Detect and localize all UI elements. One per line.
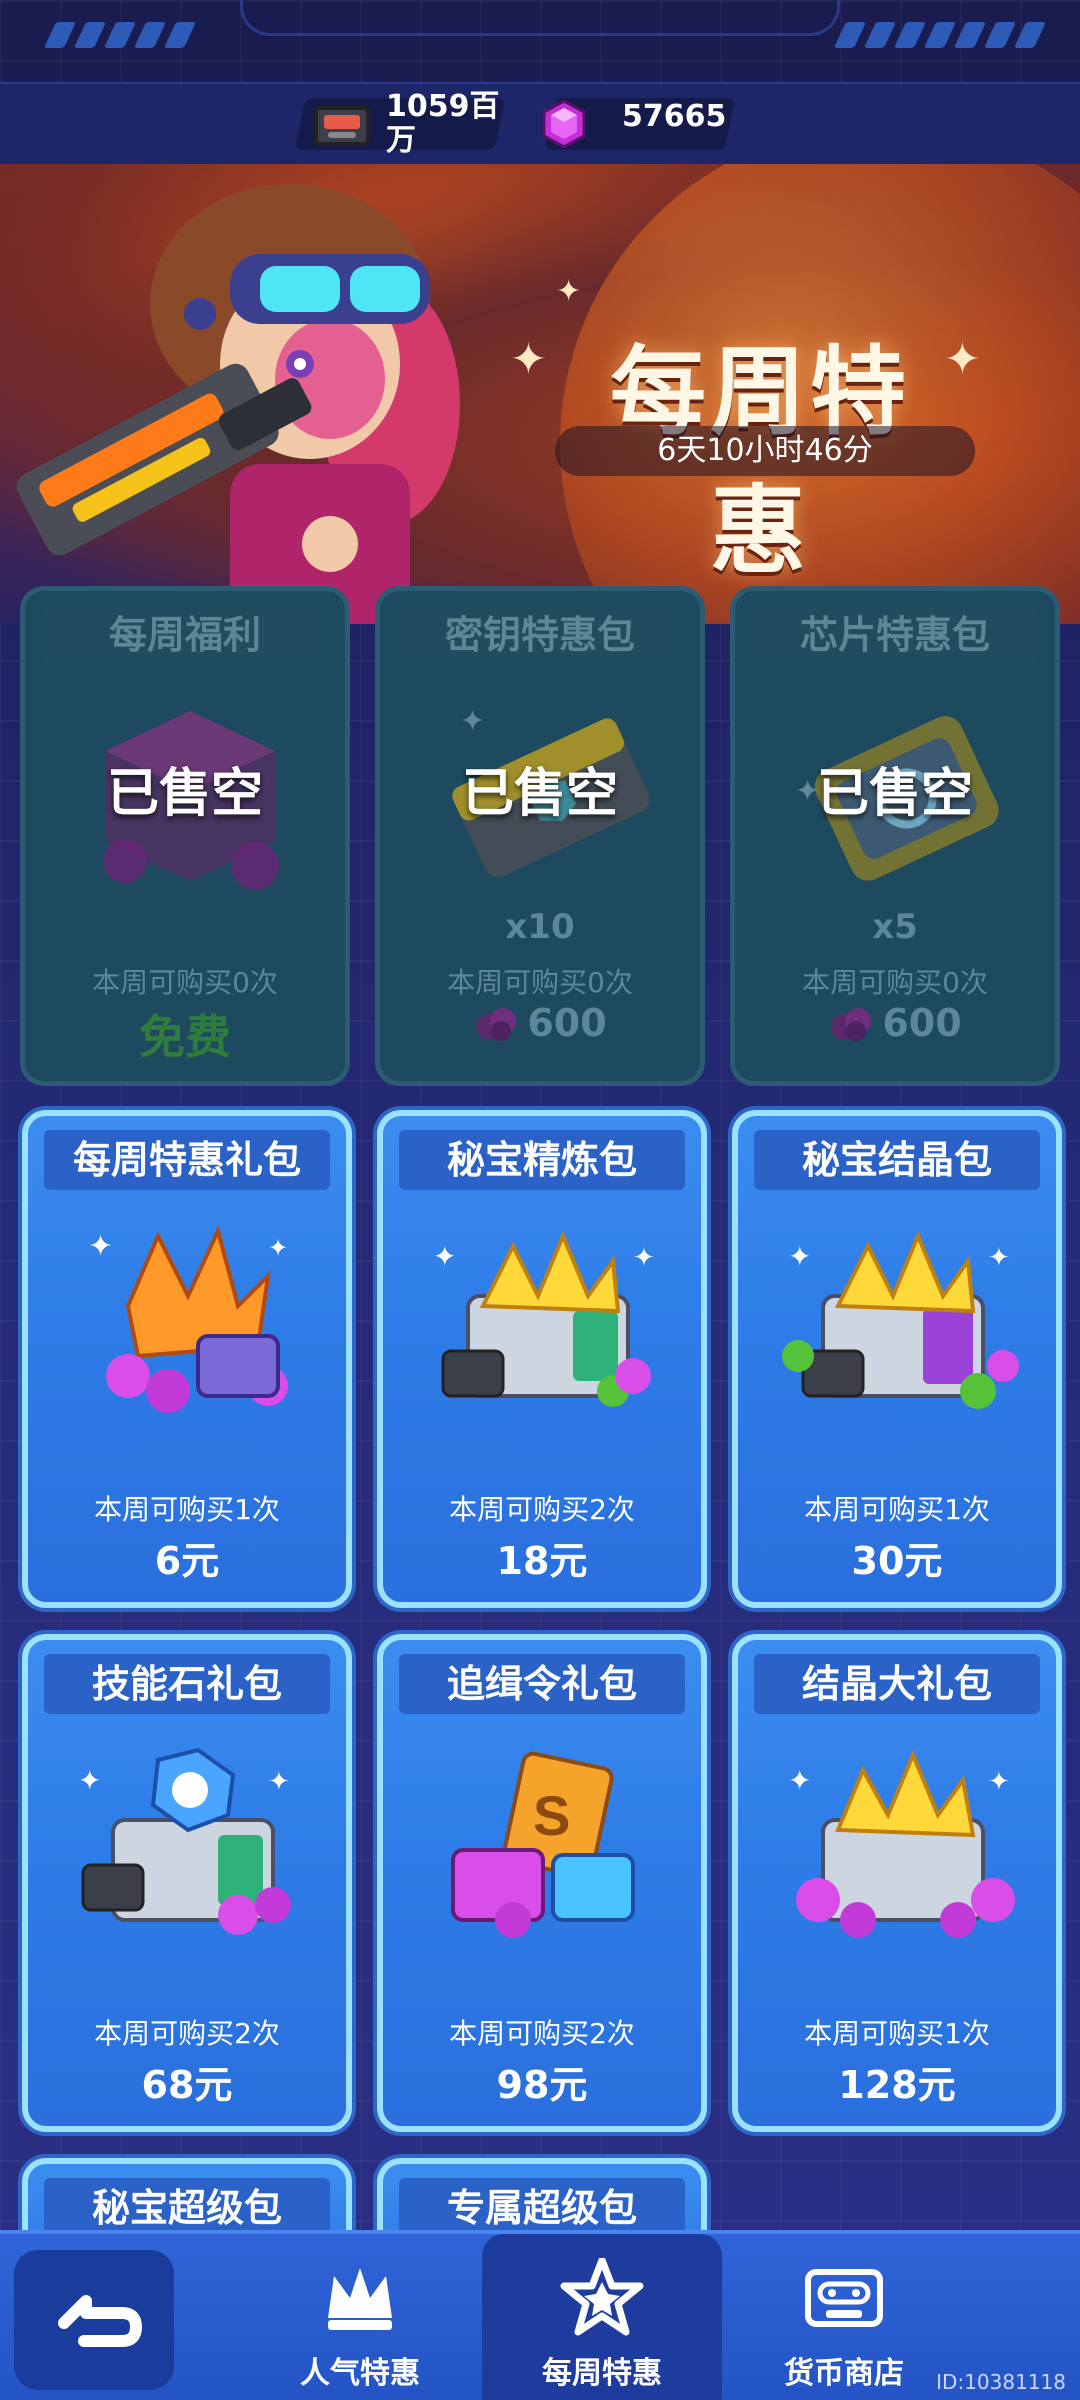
- tab-weekly-deals[interactable]: 每周特惠: [482, 2234, 722, 2400]
- hero-character-image: [16, 184, 460, 624]
- pack-card-crystal[interactable]: 秘宝结晶包 ✦ ✦ 本周可购买1次 30元: [732, 1110, 1062, 1608]
- pack-card-refine[interactable]: 秘宝精炼包 ✦ ✦ 本周可购买2次 18元: [377, 1110, 707, 1608]
- bottom-nav: 人气特惠 每周特惠 货币商店 ID:10381118: [0, 2230, 1080, 2400]
- price-label: 98元: [496, 2063, 588, 2107]
- purchase-limit: 本周可购买2次: [449, 2017, 635, 2050]
- orange-crystal-bundle-icon: ✦ ✦: [88, 1225, 288, 1413]
- svg-text:✦: ✦: [268, 1234, 288, 1262]
- purchase-limit: 本周可购买0次: [802, 966, 988, 999]
- purchase-limit: 本周可购买2次: [449, 1493, 635, 1526]
- price-label: 600: [735, 1001, 1055, 1045]
- item-quantity: x10: [505, 907, 575, 947]
- svg-text:✦: ✦: [788, 1764, 811, 1797]
- svg-text:S: S: [533, 1784, 570, 1847]
- svg-text:✦: ✦: [268, 1767, 290, 1797]
- pack-card-key-deal[interactable]: 密钥特惠包 ✦ 已售空 x10 本周可购买0次 600: [375, 586, 705, 1086]
- gem-amount: 57665: [622, 99, 727, 134]
- gem-icon: [476, 1008, 517, 1041]
- top-decoration: [0, 0, 1080, 85]
- back-button[interactable]: [14, 2250, 174, 2390]
- svg-text:✦: ✦: [88, 1229, 113, 1264]
- price-label: 免费: [139, 1010, 231, 1064]
- pack-card-warrant[interactable]: 追缉令礼包 S 本周可购买2次 98元: [377, 1634, 707, 2132]
- price-label: 128元: [838, 2063, 956, 2107]
- gold-crate-icon: ✦ ✦: [433, 1230, 655, 1407]
- sold-out-label: 已售空: [816, 764, 973, 824]
- pack-card-weekly-gift[interactable]: 每周特惠礼包 ✦ ✦ 本周可购买1次 6元: [22, 1110, 352, 1608]
- tape-amount: 1059百 万: [386, 89, 500, 158]
- svg-text:✦: ✦: [433, 1240, 456, 1273]
- price-label: 30元: [851, 1539, 943, 1583]
- card-title: 每周福利: [41, 605, 329, 665]
- crown-icon: [328, 2268, 392, 2330]
- pack-card-crystal-big[interactable]: 结晶大礼包 ✦ ✦ 本周可购买1次 128元: [732, 1634, 1062, 2132]
- pack-card-skill-stone[interactable]: 技能石礼包 ✦ ✦ 本周可购买2次 68元: [22, 1634, 352, 2132]
- card-title: 技能石礼包: [44, 1654, 330, 1714]
- tab-label: 每周特惠: [542, 2356, 662, 2391]
- warrant-bundle-icon: S: [451, 1751, 635, 1938]
- sold-out-label: 已售空: [106, 764, 263, 824]
- purchase-limit: 本周可购买1次: [804, 2017, 990, 2050]
- card-title: 芯片特惠包: [751, 605, 1039, 665]
- tab-popular-deals[interactable]: 人气特惠: [240, 2234, 480, 2400]
- skill-stone-crate-icon: ✦ ✦: [78, 1747, 291, 1935]
- gold-crate-icon: ✦ ✦: [782, 1230, 1019, 1409]
- svg-text:✦: ✦: [788, 1240, 811, 1273]
- countdown-timer: 6天10小时46分: [555, 426, 975, 476]
- gem-icon: [831, 1008, 872, 1041]
- svg-text:✦: ✦: [78, 1764, 101, 1797]
- price-label: 68元: [141, 2063, 233, 2107]
- card-title: 秘宝精炼包: [399, 1130, 685, 1190]
- sold-out-label: 已售空: [461, 764, 618, 824]
- svg-text:✦: ✦: [988, 1767, 1010, 1797]
- tab-currency-shop[interactable]: 货币商店: [724, 2234, 964, 2400]
- card-title: 每周特惠礼包: [44, 1130, 330, 1190]
- purchase-limit: 本周可购买2次: [94, 2017, 280, 2050]
- purchase-limit: 本周可购买0次: [447, 966, 633, 999]
- star-badge-icon: [560, 2258, 644, 2336]
- tape-icon: [805, 2269, 883, 2327]
- purchase-limit: 本周可购买1次: [94, 1493, 280, 1526]
- price-label: 6元: [154, 1539, 220, 1583]
- card-title: 专属超级包: [399, 2178, 685, 2238]
- card-title: 秘宝结晶包: [754, 1130, 1040, 1190]
- tab-label: 人气特惠: [300, 2356, 420, 2391]
- svg-text:✦: ✦: [988, 1243, 1010, 1273]
- purchase-limit: 本周可购买1次: [804, 1493, 990, 1526]
- svg-text:✦: ✦: [633, 1243, 655, 1273]
- item-quantity: x5: [872, 907, 918, 947]
- gem-icon: [542, 99, 586, 149]
- price-label: 600: [380, 1001, 700, 1045]
- tape-currency-icon: [314, 106, 370, 146]
- pack-card-chip-deal[interactable]: 芯片特惠包 ✦ 已售空 x5 本周可购买0次 600: [730, 586, 1060, 1086]
- price-label: 18元: [496, 1539, 588, 1583]
- card-title: 秘宝超级包: [44, 2178, 330, 2238]
- build-id-text: ID:10381118: [936, 2370, 1066, 2394]
- card-title: 结晶大礼包: [754, 1654, 1040, 1714]
- currency-bar: 1059百 万 57665: [0, 82, 1080, 164]
- tab-label: 货币商店: [784, 2356, 904, 2391]
- back-arrow-icon: [58, 2295, 142, 2347]
- gold-crate-icon: ✦ ✦: [788, 1749, 1015, 1938]
- purchase-limit: 本周可购买0次: [92, 966, 278, 999]
- svg-text:✦: ✦: [460, 704, 485, 739]
- pack-card-weekly-benefit[interactable]: 每周福利 已售空 本周可购买0次 免费: [20, 586, 350, 1086]
- card-title: 追缉令礼包: [399, 1654, 685, 1714]
- card-title: 密钥特惠包: [396, 605, 684, 665]
- hero-banner: ✦ ✦ ✦ 每周特惠 6天10小时46分: [0, 164, 1080, 624]
